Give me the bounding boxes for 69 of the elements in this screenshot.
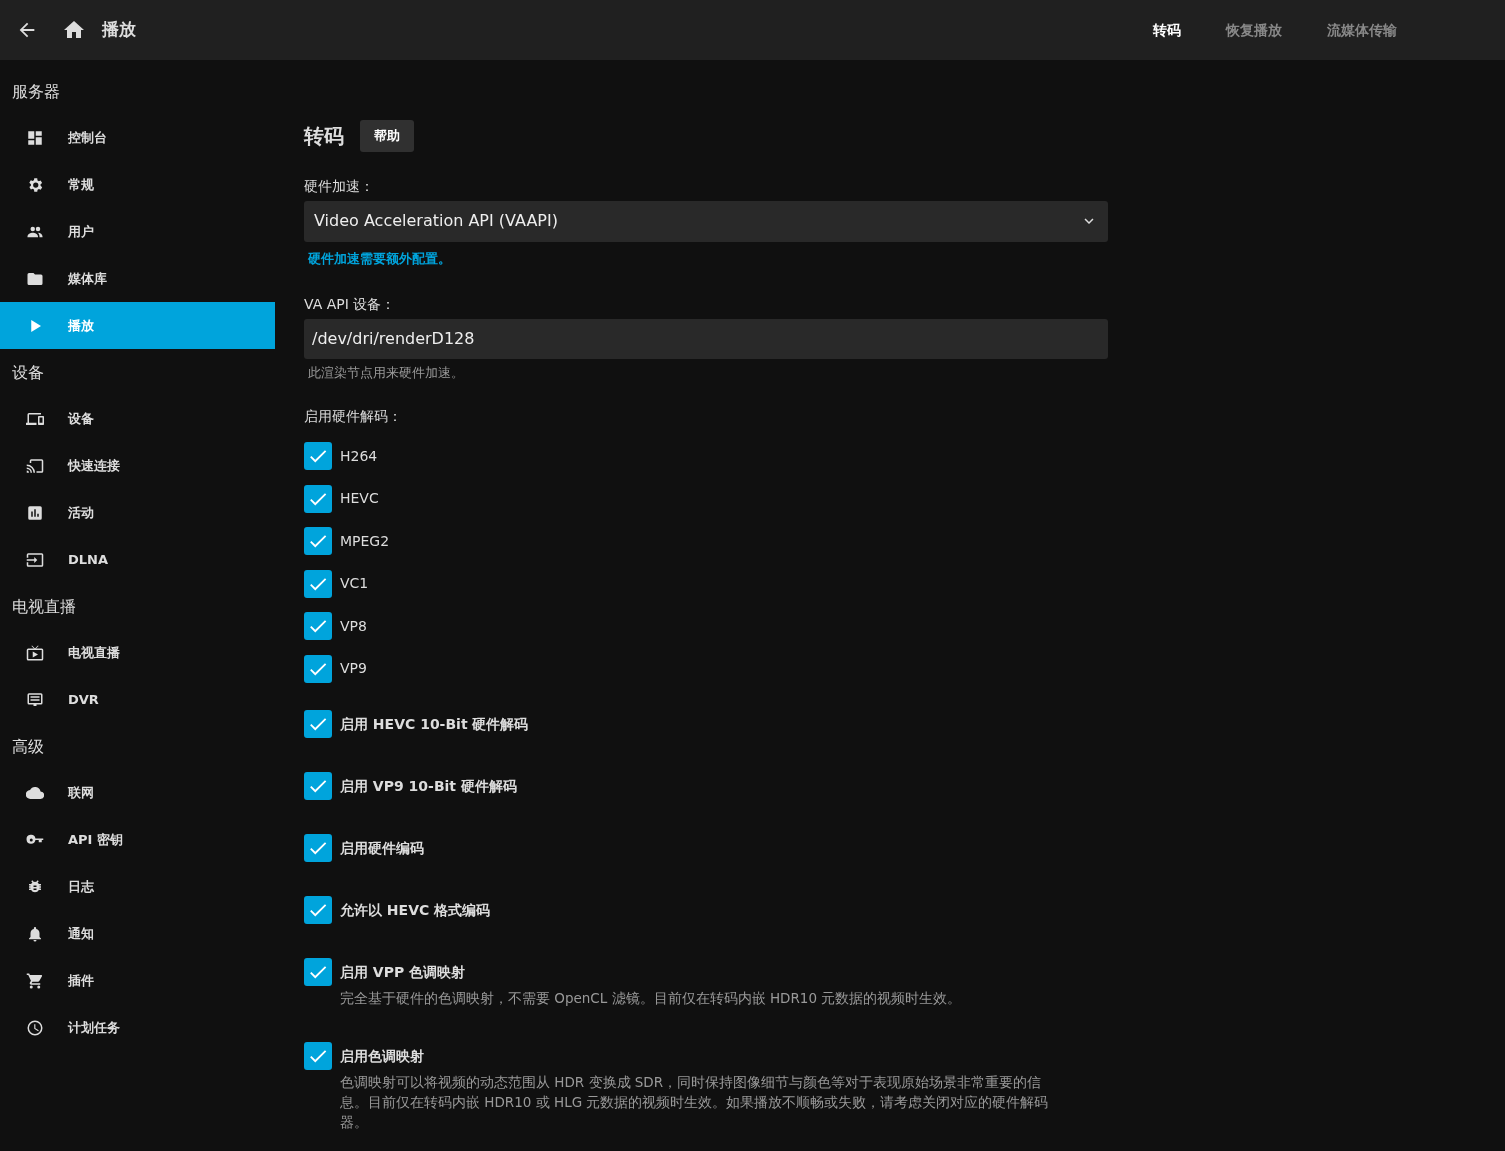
sidebar-item[interactable]: 联网 <box>0 769 275 816</box>
bar-chart-icon <box>26 503 44 522</box>
field-label: 启用硬件解码： <box>304 407 403 426</box>
checkbox-label: VP9 <box>340 659 367 679</box>
tab[interactable]: 转码 <box>1153 19 1181 41</box>
sidebar-item[interactable]: 用户 <box>0 208 275 255</box>
checkbox-label: 启用色调映射 <box>340 1046 424 1066</box>
sidebar-item[interactable]: 日志 <box>0 863 275 910</box>
sidebar-item[interactable]: 计划任务 <box>0 1004 275 1051</box>
gear-icon <box>26 175 44 194</box>
section-heading: 服务器 <box>11 81 61 103</box>
checkbox[interactable] <box>304 442 332 471</box>
sidebar-item[interactable]: 通知 <box>0 910 275 957</box>
checkbox[interactable] <box>304 710 332 738</box>
checkbox[interactable] <box>304 654 332 683</box>
monitor-list-icon <box>26 690 44 709</box>
checkbox-label: VP8 <box>340 616 367 636</box>
field-hint: 此渲染节点用来硬件加速。 <box>307 363 465 382</box>
bell-icon <box>26 924 44 943</box>
sidebar-item[interactable]: DLNA <box>0 536 275 583</box>
checkbox[interactable] <box>304 772 332 800</box>
sidebar-item[interactable]: API 密钥 <box>0 816 275 863</box>
tab[interactable]: 流媒体传输 <box>1327 19 1397 41</box>
help-button[interactable]: 帮助 <box>360 120 414 152</box>
dashboard-icon <box>26 128 44 147</box>
sidebar-item[interactable]: 常规 <box>0 161 275 208</box>
page-heading: 转码 <box>304 122 344 150</box>
input-field[interactable]: /dev/dri/renderD128 <box>304 318 1108 359</box>
sidebar-item[interactable]: 活动 <box>0 489 275 536</box>
sidebar-item[interactable]: 控制台 <box>0 114 275 161</box>
sidebar-item[interactable]: 插件 <box>0 957 275 1004</box>
field-label: 硬件加速： <box>304 176 375 196</box>
checkbox[interactable] <box>304 958 332 986</box>
section-heading: 高级 <box>11 736 45 758</box>
field-label: VA API 设备： <box>304 294 397 314</box>
checkbox-label: 启用硬件编码 <box>340 838 424 858</box>
checkbox[interactable] <box>304 896 332 924</box>
clock-icon <box>26 1018 44 1037</box>
config-link[interactable]: 硬件加速需要额外配置。 <box>308 250 451 266</box>
sidebar-item[interactable]: 设备 <box>0 395 275 442</box>
checkbox-label: VC1 <box>340 574 369 594</box>
checkbox-label: 启用 HEVC 10-Bit 硬件解码 <box>340 714 529 734</box>
cast-icon <box>26 456 44 475</box>
tab[interactable]: 恢复播放 <box>1226 19 1282 41</box>
section-heading: 电视直播 <box>11 596 77 618</box>
input-icon <box>26 550 44 569</box>
checkbox-label: 允许以 HEVC 格式编码 <box>340 900 491 920</box>
sidebar-item[interactable]: 电视直播 <box>0 629 275 676</box>
option-description: 色调映射可以将视频的动态范围从 HDR 变换成 SDR，同时保持图像细节与颜色等对于表现原始场景非常重要的信息。目前仅在转码内嵌 HDR10 或 HLG 元数据的视频时生效。如果播放不顺畅或失败，请考虑关闭对应的硬件解码器。 <box>339 1073 1050 1132</box>
checkbox[interactable] <box>304 569 332 598</box>
checkbox[interactable] <box>304 834 332 862</box>
checkbox[interactable] <box>304 527 332 556</box>
checkbox[interactable] <box>304 1042 332 1070</box>
checkbox[interactable] <box>304 484 332 513</box>
checkbox-label: H264 <box>340 446 378 466</box>
cart-icon <box>26 971 44 990</box>
checkbox-label: HEVC <box>340 489 379 509</box>
checkbox[interactable] <box>304 612 332 641</box>
sidebar-item[interactable]: 媒体库 <box>0 255 275 302</box>
section-heading: 设备 <box>11 362 45 384</box>
checkbox-label: 启用 VPP 色调映射 <box>340 962 466 982</box>
checkbox-label: 启用 VP9 10-Bit 硬件解码 <box>340 776 517 796</box>
checkbox-label: MPEG2 <box>340 531 390 551</box>
sidebar-item[interactable]: 快速连接 <box>0 442 275 489</box>
page-title: 播放 <box>102 18 136 42</box>
option-description: 完全基于硬件的色调映射，不需要 OpenCL 滤镜。目前仅在转码内嵌 HDR10 元数据的视频时生效。 <box>339 989 963 1008</box>
sidebar-item[interactable]: DVR <box>0 676 275 723</box>
select-field[interactable]: Video Acceleration API (VAAPI) <box>304 200 1108 242</box>
tv-icon <box>26 643 44 662</box>
